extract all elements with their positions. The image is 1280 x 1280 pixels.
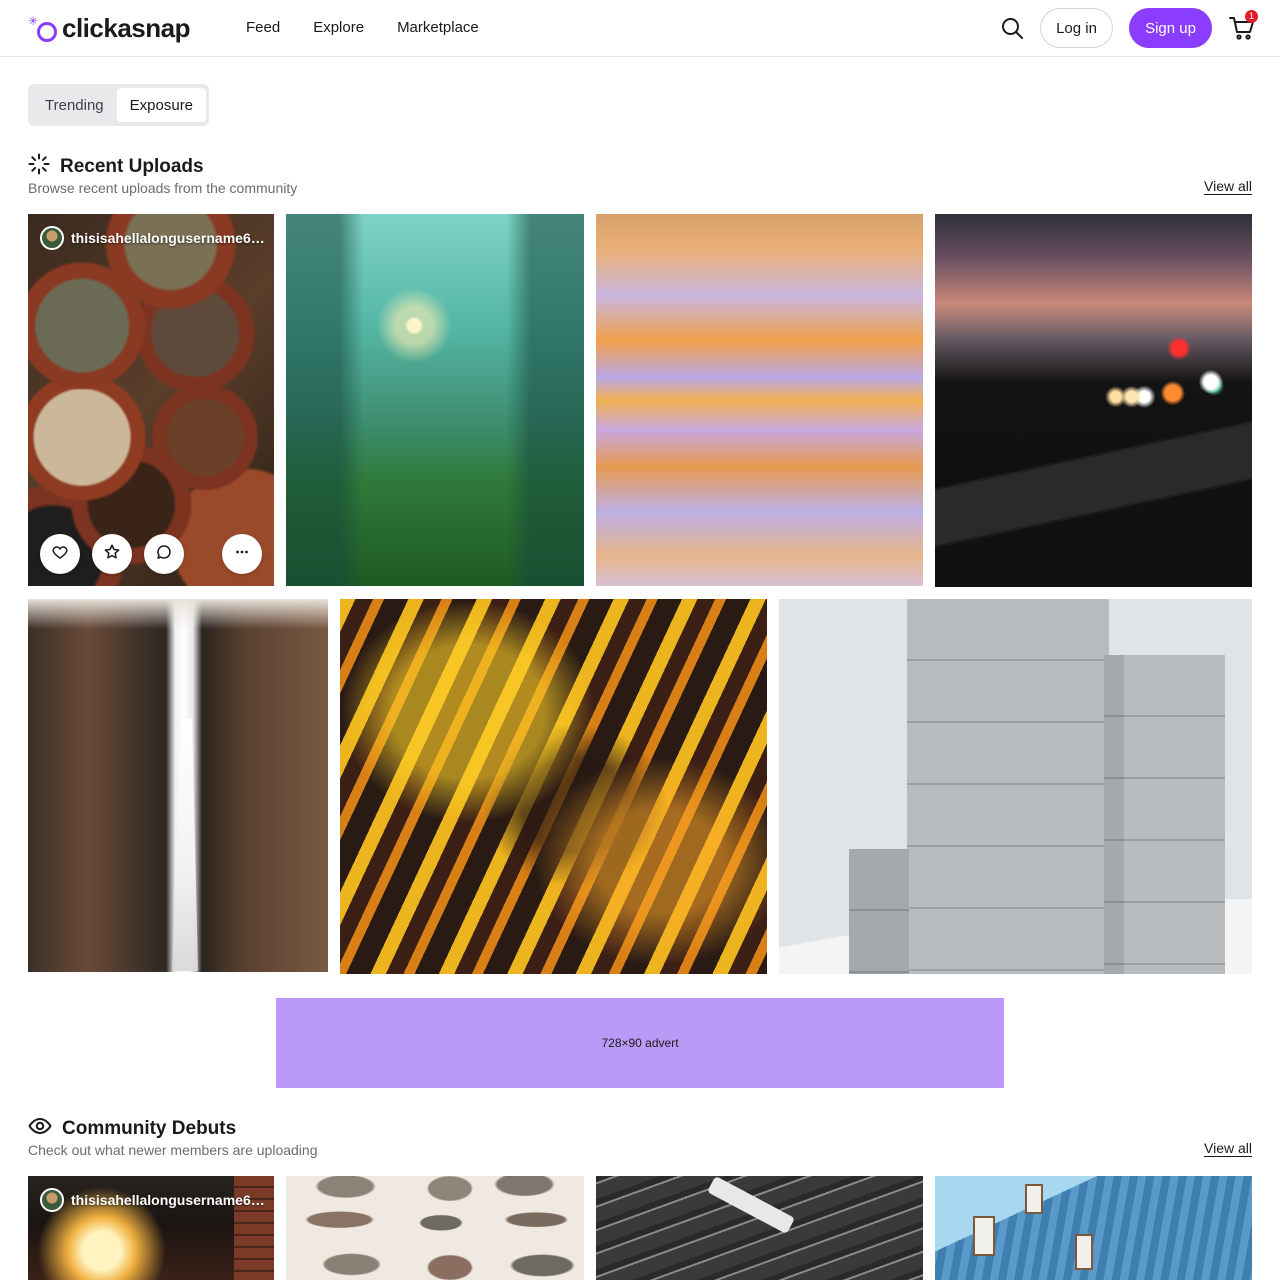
photo-owner[interactable]: thisisahellalongusername6… — [40, 1188, 265, 1212]
section-title: Recent Uploads — [60, 156, 204, 177]
brand-name: clickasnap — [62, 13, 190, 43]
recent-uploads-heading: Recent Uploads — [28, 153, 204, 181]
login-button[interactable]: Log in — [1040, 8, 1113, 48]
username: thisisahellalongusername6… — [71, 1192, 265, 1208]
photo-card[interactable] — [28, 599, 328, 972]
tab-trending[interactable]: Trending — [32, 88, 117, 122]
loader-icon — [28, 153, 50, 181]
nav-item-explore[interactable]: Explore — [313, 18, 364, 38]
photo-card[interactable] — [935, 214, 1252, 587]
feed-tabs: Trending Exposure — [28, 84, 209, 126]
comment-icon — [155, 543, 173, 566]
view-all-recent-link[interactable]: View all — [1204, 178, 1252, 194]
section-subtitle: Browse recent uploads from the community — [28, 180, 298, 196]
photo-card[interactable] — [596, 214, 923, 586]
photo-card[interactable] — [286, 214, 584, 586]
more-icon — [233, 543, 251, 566]
search-icon[interactable] — [1000, 16, 1024, 40]
username: thisisahellalongusername6… — [71, 230, 265, 246]
cart-count-badge: 1 — [1245, 10, 1258, 23]
section-subtitle: Check out what newer members are uploadi… — [28, 1142, 318, 1158]
photo-card[interactable] — [340, 599, 767, 974]
logo-icon: ✳ — [28, 12, 60, 44]
view-all-debuts-link[interactable]: View all — [1204, 1140, 1252, 1156]
eye-icon — [28, 1115, 52, 1143]
nav-item-marketplace[interactable]: Marketplace — [397, 18, 479, 38]
photo-card[interactable]: thisisahellalongusername6… — [28, 214, 274, 586]
photo-card[interactable] — [596, 1176, 923, 1280]
photo-owner[interactable]: thisisahellalongusername6… — [40, 226, 265, 250]
photo-card[interactable] — [935, 1176, 1252, 1280]
top-navbar: ✳ clickasnap Feed Explore Marketplace Lo… — [0, 0, 1280, 57]
main-nav: Feed Explore Marketplace — [246, 18, 479, 38]
community-debuts-heading: Community Debuts — [28, 1115, 236, 1143]
star-icon — [103, 543, 121, 566]
advert-banner[interactable]: 728×90 advert — [276, 998, 1004, 1088]
section-title: Community Debuts — [62, 1118, 237, 1139]
avatar — [40, 1188, 64, 1212]
favourite-button[interactable] — [92, 534, 132, 574]
like-button[interactable] — [40, 534, 80, 574]
brand-logo[interactable]: ✳ clickasnap — [28, 12, 190, 44]
nav-item-feed[interactable]: Feed — [246, 18, 280, 38]
photo-card[interactable]: thisisahellalongusername6… — [28, 1176, 274, 1280]
photo-actions — [40, 534, 262, 574]
avatar — [40, 226, 64, 250]
heart-icon — [51, 543, 69, 566]
advert-label: 728×90 advert — [601, 1036, 679, 1050]
comment-button[interactable] — [144, 534, 184, 574]
photo-card[interactable] — [286, 1176, 584, 1280]
more-options-button[interactable] — [222, 534, 262, 574]
tab-exposure[interactable]: Exposure — [116, 88, 207, 122]
photo-card[interactable] — [779, 599, 1252, 974]
signup-button[interactable]: Sign up — [1129, 8, 1212, 48]
